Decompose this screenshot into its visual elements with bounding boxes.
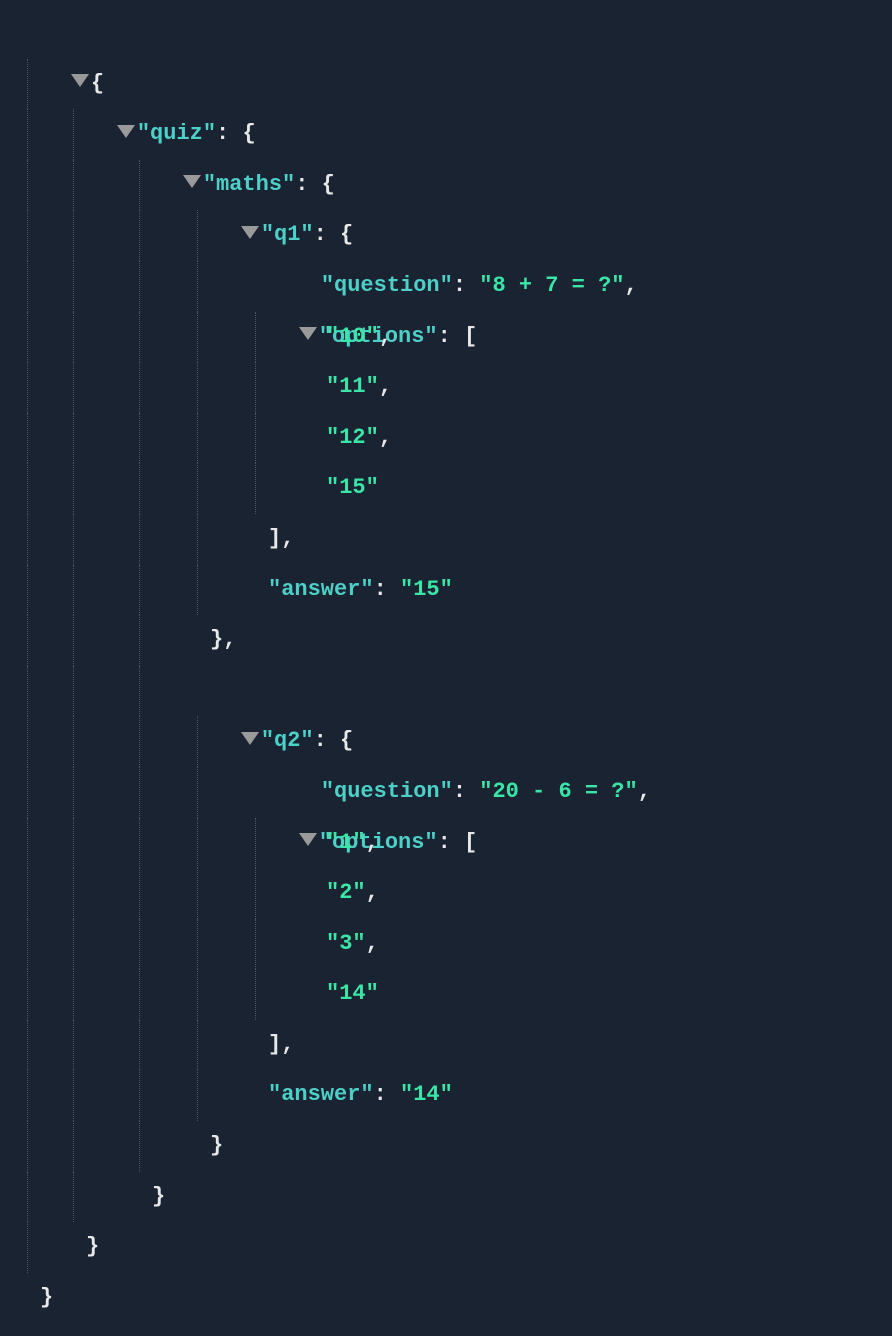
brace-close: } [210,1133,223,1158]
tree-row-quiz: "quiz": { [18,59,874,110]
tree-row-q1-question: "question": "8 + 7 = ?", [18,210,874,261]
tree-row-quiz-close: } [18,1222,874,1273]
tree-row-q1-opt0: "10", [18,312,874,363]
json-value: "14" [326,981,379,1006]
json-rows: { "quiz": { "maths": { "q1": { "question… [18,8,874,1323]
brace-close: } [86,1234,99,1259]
tree-row-root-open: { [18,8,874,59]
tree-row-q1-opt3: "15" [18,463,874,514]
tree-row-q1-opt1: "11", [18,362,874,413]
json-value: "14" [400,1082,453,1107]
tree-row-q2-answer: "answer": "14" [18,1070,874,1121]
json-value: "1" [326,830,366,855]
tree-row-q2: "q2": { [18,666,874,717]
tree-row-q2-question: "question": "20 - 6 = ?", [18,716,874,767]
tree-row-q2-opt3: "14" [18,969,874,1020]
json-value: "2" [326,880,366,905]
tree-row-q2-opt1: "2", [18,868,874,919]
brace-close: } [210,627,223,652]
tree-row-q2-options: "options": [ [18,767,874,818]
tree-row-q2-opt0: "1", [18,818,874,869]
tree-row-q1-close: }, [18,615,874,666]
tree-row-q1: "q1": { [18,160,874,211]
json-value: "10" [326,324,379,349]
tree-row-q1-answer: "answer": "15" [18,565,874,616]
json-value: "15" [400,577,453,602]
tree-row-q1-options: "options": [ [18,261,874,312]
tree-row-maths-close: } [18,1172,874,1223]
tree-row-q1-opt2: "12", [18,413,874,464]
json-value: "3" [326,931,366,956]
brace-close: } [152,1184,165,1209]
json-key-answer: "answer" [268,577,374,602]
bracket-close: ] [268,526,281,551]
tree-row-q2-close: } [18,1121,874,1172]
json-key-answer: "answer" [268,1082,374,1107]
tree-row-q2-options-close: ], [18,1020,874,1071]
tree-row-root-close: } [18,1273,874,1324]
json-tree-viewer: { "quiz": { "maths": { "q1": { "question… [0,0,892,1331]
tree-row-q2-opt2: "3", [18,919,874,970]
bracket-close: ] [268,1032,281,1057]
tree-row-maths: "maths": { [18,109,874,160]
json-value: "11" [326,374,379,399]
json-value: "15" [326,475,379,500]
brace-close: } [40,1285,53,1310]
tree-row-q1-options-close: ], [18,514,874,565]
json-value: "12" [326,425,379,450]
